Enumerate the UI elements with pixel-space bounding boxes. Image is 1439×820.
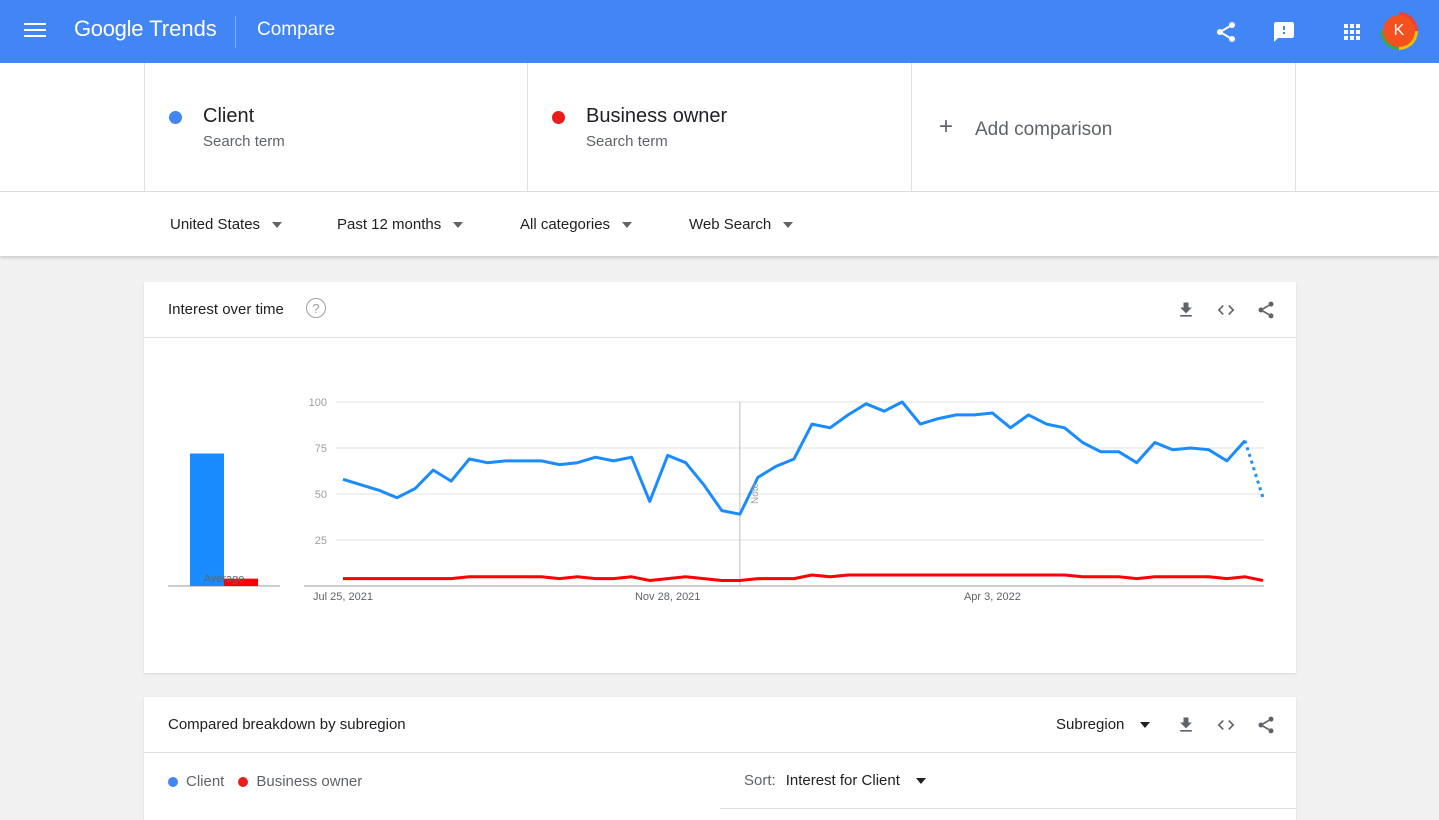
term-type: Search term	[203, 133, 285, 150]
search-type-filter-label: Web Search	[689, 216, 772, 233]
sort-value: Interest for Client	[785, 772, 900, 789]
legend-item-client: Client	[168, 773, 224, 790]
page-title: Compare	[257, 19, 336, 40]
add-comparison-button[interactable]: + Add comparison	[911, 63, 1296, 192]
card-title: Interest over time	[168, 301, 284, 318]
term-card-business-owner[interactable]: Business owner Search term	[527, 63, 911, 192]
add-comparison-label: Add comparison	[975, 119, 1113, 140]
subregion-dropdown-label: Subregion	[1056, 716, 1125, 733]
dropdown-arrow-icon	[453, 221, 464, 228]
dropdown-arrow-icon	[622, 221, 633, 228]
sort-divider	[720, 808, 1296, 809]
interest-over-time-card: Interest over time ? 25 50 75 100 Jul 25, 20…	[144, 282, 1296, 673]
feedback-icon[interactable]	[1272, 20, 1296, 44]
top-app-bar: Google Trends Compare K	[0, 0, 1439, 63]
legend-dot	[168, 776, 178, 787]
term-color-dot	[552, 111, 565, 124]
term-type: Search term	[586, 133, 668, 150]
logo-trends-text: Trends	[149, 16, 217, 41]
dropdown-arrow-icon	[272, 221, 283, 228]
share-icon[interactable]	[1214, 20, 1238, 44]
header-divider	[235, 16, 236, 48]
time-filter-label: Past 12 months	[337, 216, 442, 233]
sort-dropdown[interactable]: Interest for Client	[786, 772, 926, 789]
y-tick-label: 100	[309, 397, 327, 409]
region-filter[interactable]: United States	[170, 216, 283, 233]
help-icon[interactable]: ?	[306, 298, 326, 318]
chart-note-annotation: Note	[750, 482, 761, 504]
term-card-client[interactable]: Client Search term	[144, 63, 528, 192]
region-filter-label: United States	[170, 216, 261, 233]
time-filter[interactable]: Past 12 months	[337, 216, 464, 233]
series-line-client	[342, 400, 1247, 516]
partial-data-segment	[1243, 440, 1265, 499]
term-color-dot	[169, 111, 182, 124]
avatar-letter: K	[1383, 15, 1415, 47]
term-name: Business owner	[586, 105, 728, 127]
dropdown-arrow-icon	[915, 777, 926, 784]
x-tick-label: Apr 3, 2022	[964, 591, 1021, 603]
google-trends-logo[interactable]: Google Trends	[74, 16, 217, 48]
y-tick-label: 25	[315, 535, 327, 547]
menu-icon[interactable]	[24, 20, 46, 42]
logo-google-text: Google	[74, 16, 144, 41]
interest-chart: 25 50 75 100 Jul 25, 2021 Nov 28, 2021 Apr 3, …	[168, 397, 1265, 603]
average-bars	[190, 453, 258, 586]
download-icon[interactable]	[1176, 715, 1196, 735]
comparison-terms-row: Client Search term Business owner Search…	[0, 63, 1439, 192]
term-name: Client	[203, 105, 255, 127]
download-icon[interactable]	[1176, 300, 1196, 320]
x-tick-label: Nov 28, 2021	[635, 591, 700, 603]
legend-dot	[238, 776, 249, 787]
card-title: Compared breakdown by subregion	[168, 716, 406, 733]
embed-icon[interactable]	[1216, 300, 1236, 320]
y-tick-label: 50	[315, 489, 327, 501]
embed-icon[interactable]	[1216, 715, 1236, 735]
legend-label: Client	[186, 773, 225, 790]
sort-label: Sort:	[744, 772, 776, 789]
apps-icon[interactable]	[1340, 20, 1364, 44]
share-icon[interactable]	[1256, 715, 1276, 735]
y-tick-label: 75	[315, 443, 327, 455]
series-line-business-owner	[343, 573, 1264, 582]
category-filter[interactable]: All categories	[520, 216, 633, 233]
sort-control: Sort: Interest for Client	[744, 772, 926, 789]
plus-icon: +	[939, 113, 954, 140]
card-header: Compared breakdown by subregion Subregio…	[144, 697, 1296, 753]
account-avatar[interactable]: K	[1380, 12, 1418, 50]
subregion-dropdown[interactable]: Subregion	[1056, 716, 1151, 733]
category-filter-label: All categories	[520, 216, 611, 233]
subregion-legend: Client Business owner	[168, 773, 376, 790]
subregion-breakdown-card: Compared breakdown by subregion Subregio…	[144, 697, 1296, 820]
chart-lines	[342, 400, 1265, 582]
dropdown-arrow-icon	[1140, 721, 1151, 728]
average-label: Average	[204, 573, 245, 585]
legend-item-business-owner: Business owner	[238, 773, 362, 790]
dropdown-arrow-icon	[783, 221, 794, 228]
search-type-filter[interactable]: Web Search	[689, 216, 794, 233]
x-tick-label: Jul 25, 2021	[313, 591, 373, 603]
share-icon[interactable]	[1256, 300, 1276, 320]
legend-label: Business owner	[256, 773, 363, 790]
card-header: Interest over time ?	[144, 282, 1296, 338]
filters-bar: United States Past 12 months All categor…	[0, 192, 1439, 256]
average-bar-client	[190, 453, 224, 586]
